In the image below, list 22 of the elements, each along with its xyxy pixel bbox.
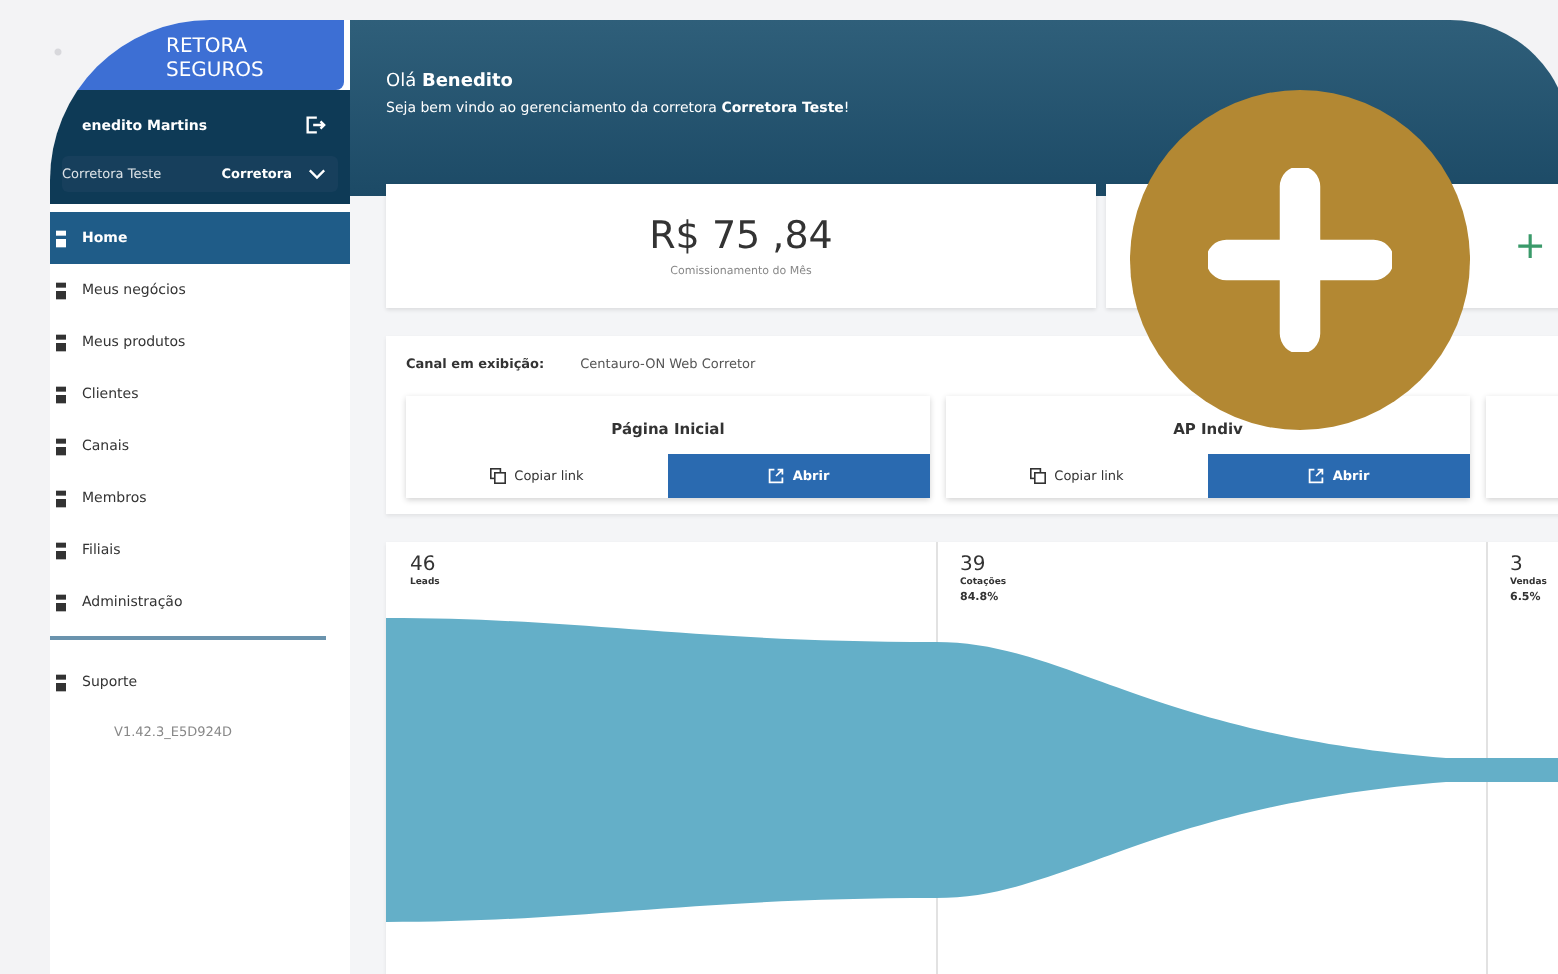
- copy-icon: [490, 468, 507, 484]
- stage-count: 3: [1510, 554, 1525, 576]
- list-icon: [56, 385, 66, 403]
- external-link-icon: [1308, 468, 1325, 484]
- logout-icon[interactable]: [304, 114, 326, 136]
- greeting: Olá Benedito: [386, 72, 515, 92]
- list-icon: [56, 437, 66, 455]
- list-icon: [56, 593, 66, 611]
- list-icon: [56, 673, 66, 691]
- list-icon: [56, 229, 66, 247]
- list-icon: [56, 281, 66, 299]
- plus-icon: [1208, 168, 1392, 352]
- stat-value: R$ 75 ,84: [649, 214, 833, 258]
- stage-count: 39: [960, 554, 988, 576]
- copy-icon: [1030, 468, 1047, 484]
- list-icon: [56, 489, 66, 507]
- stat-value: +: [1514, 224, 1546, 268]
- chevron-down-icon: [308, 168, 326, 180]
- list-icon: [56, 333, 66, 351]
- list-icon: [56, 541, 66, 559]
- stage-count: 46: [410, 554, 438, 576]
- external-link-icon: [768, 468, 785, 484]
